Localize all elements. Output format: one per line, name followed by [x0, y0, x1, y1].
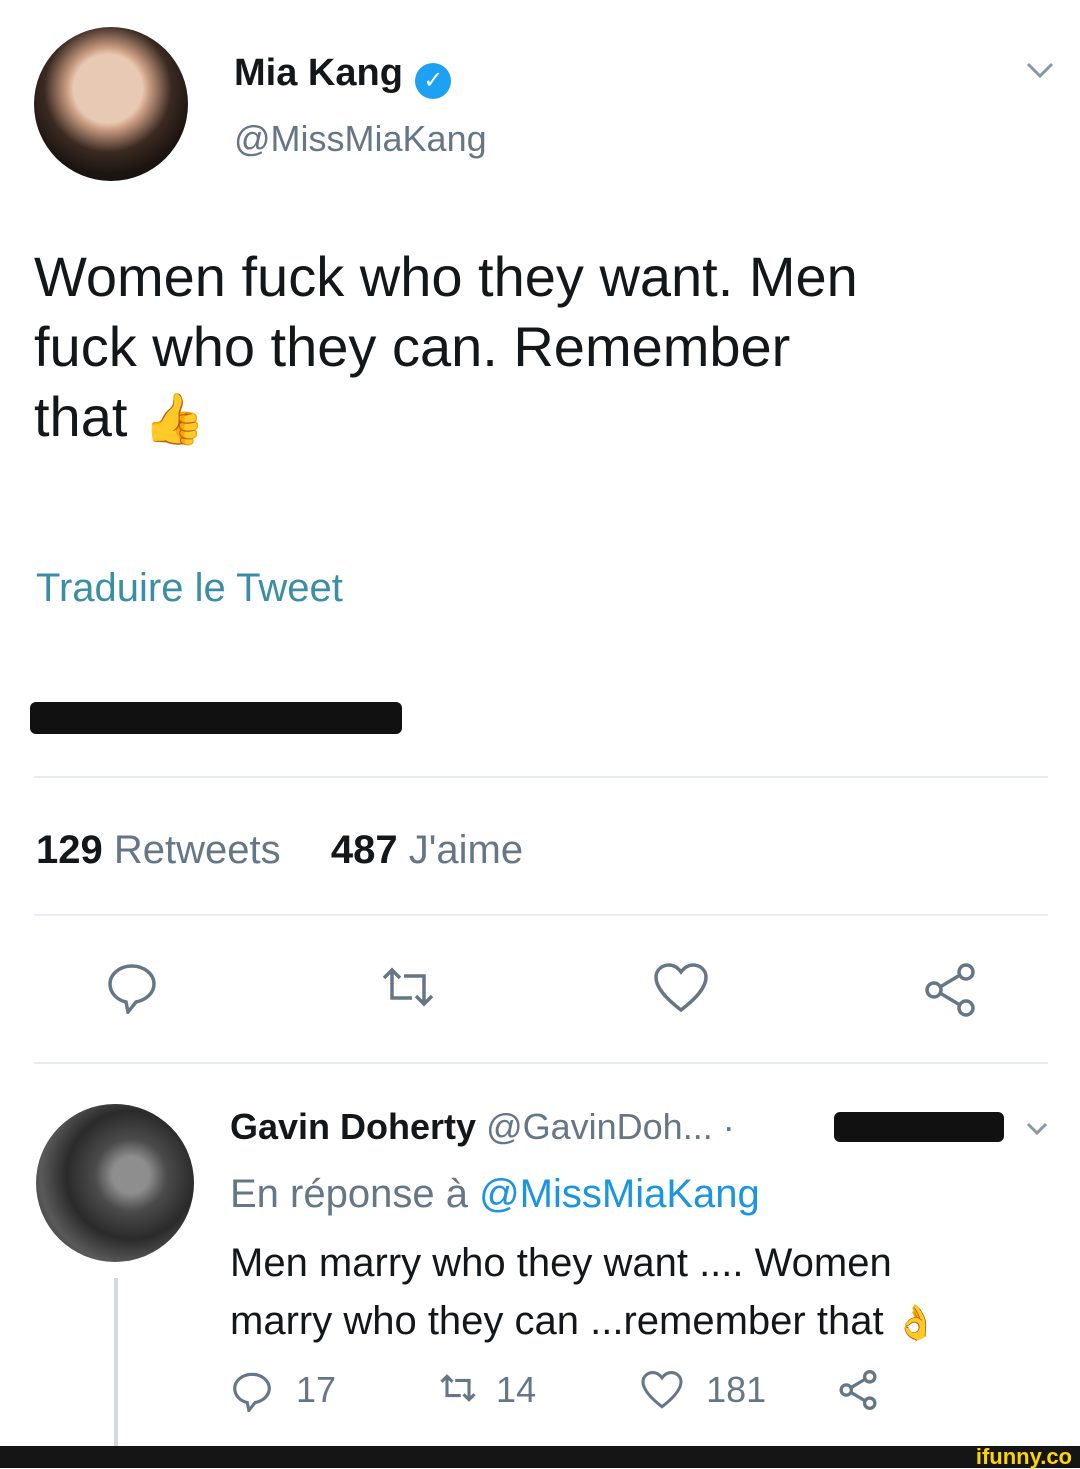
reply-text-content: marry who they can ...remember that [230, 1299, 884, 1343]
retweets-label[interactable]: Retweets [114, 828, 281, 872]
tweet-text-line: that 👍 [34, 382, 1054, 454]
thread-line [114, 1278, 118, 1446]
likes-count[interactable]: 487 [331, 828, 398, 872]
divider [34, 914, 1048, 916]
reply-icon[interactable] [104, 958, 160, 1014]
reply-text-line: marry who they can ...remember that 👌 [230, 1292, 1060, 1352]
like-icon[interactable] [640, 1370, 684, 1410]
ifunny-watermark: ifunny.co [975, 1444, 1072, 1469]
divider [34, 1062, 1048, 1064]
likes-label[interactable]: J'aime [409, 828, 523, 872]
tweet-text-word: that [34, 385, 128, 448]
chevron-down-icon[interactable] [1022, 1118, 1052, 1140]
reply-header: Gavin Doherty @GavinDoh... · [230, 1106, 735, 1148]
ok-hand-emoji: 👌 [894, 1304, 938, 1342]
watermark-bar [0, 1446, 1080, 1468]
reply-text: Men marry who they want .... Women marry… [230, 1234, 1060, 1352]
author-name-row: Mia Kang ✓ [234, 52, 452, 99]
redacted-timestamp [834, 1112, 1004, 1142]
reply-author-avatar[interactable] [36, 1104, 194, 1262]
author-name[interactable]: Mia Kang [234, 52, 403, 94]
chevron-down-icon[interactable] [1020, 56, 1060, 86]
in-reply-handle[interactable]: @MissMiaKang [479, 1172, 760, 1216]
tweet-text-line: Women fuck who they want. Men [34, 245, 858, 308]
reply-text-line: Men marry who they want .... Women [230, 1241, 892, 1285]
tweet-text: Women fuck who they want. Men fuck who t… [34, 242, 1054, 454]
thumbs-up-emoji: 👍 [142, 391, 206, 447]
like-count: 181 [706, 1369, 767, 1410]
share-icon[interactable] [920, 960, 980, 1020]
reply-icon[interactable] [230, 1368, 274, 1415]
in-reply-to: En réponse à @MissMiaKang [230, 1172, 760, 1217]
translate-link[interactable]: Traduire le Tweet [36, 566, 343, 611]
separator-dot: · [722, 1106, 735, 1147]
reply-author-handle[interactable]: @GavinDoh... [486, 1106, 713, 1147]
in-reply-prefix: En réponse à [230, 1172, 468, 1216]
retweets-count[interactable]: 129 [36, 828, 103, 872]
like-icon[interactable] [652, 962, 710, 1014]
author-handle[interactable]: @MissMiaKang [234, 118, 487, 160]
retweet-icon[interactable] [436, 1370, 480, 1410]
tweet-stats: 129 Retweets 487 J'aime [36, 828, 523, 873]
retweet-count: 14 [496, 1369, 537, 1410]
verified-badge-icon: ✓ [415, 62, 452, 99]
retweet-icon[interactable] [376, 962, 440, 1012]
share-icon[interactable] [836, 1368, 880, 1412]
tweet-text-line: fuck who they can. Remember [34, 315, 791, 378]
author-avatar[interactable] [34, 27, 188, 181]
reply-author-name[interactable]: Gavin Doherty [230, 1106, 476, 1147]
reply-count: 17 [296, 1369, 337, 1410]
redacted-timestamp [30, 702, 402, 734]
divider [34, 776, 1048, 778]
reply-actions: 17 14 181 [230, 1366, 880, 1415]
